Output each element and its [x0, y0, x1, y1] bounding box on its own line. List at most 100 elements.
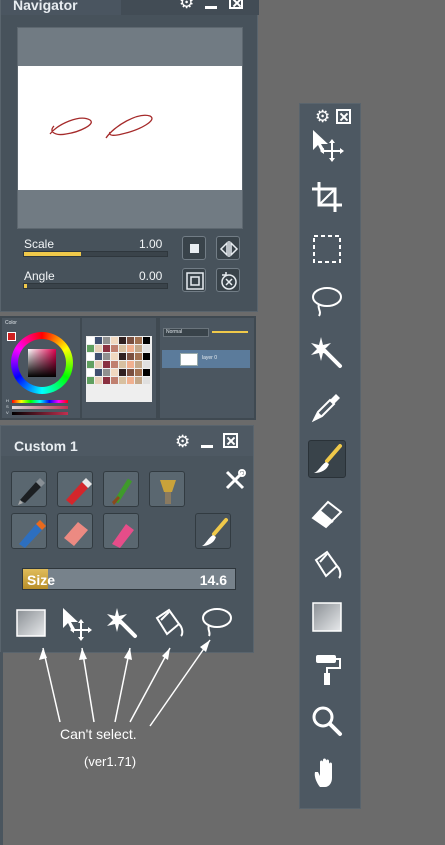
swatch-cell[interactable] [103, 377, 110, 384]
pencil-tool[interactable] [11, 513, 47, 549]
rt-crop-tool[interactable] [310, 180, 344, 214]
swatch-cell[interactable] [111, 377, 118, 384]
swatch-cell[interactable] [119, 337, 126, 344]
pen-tool[interactable] [11, 471, 47, 507]
highlighter-tool[interactable] [103, 513, 139, 549]
minimize-icon[interactable] [203, 0, 219, 11]
swatch-cell[interactable] [127, 377, 134, 384]
swatch-cell[interactable] [143, 345, 150, 352]
rt-hand-tool[interactable] [310, 756, 344, 790]
close-icon[interactable] [229, 0, 243, 9]
swatch-cell[interactable] [119, 345, 126, 352]
rt-roller-tool[interactable] [310, 652, 344, 686]
swatch-cell[interactable] [103, 369, 110, 376]
primary-color-swatch[interactable] [7, 332, 16, 341]
blend-mode-select[interactable]: Normal [163, 328, 209, 337]
move-tool[interactable] [59, 606, 95, 642]
reset-zoom-button[interactable] [182, 236, 206, 260]
flip-horizontal-button[interactable] [216, 236, 240, 260]
swatch-cell[interactable] [135, 361, 142, 368]
swatch-cell[interactable] [111, 361, 118, 368]
navigator-preview[interactable] [17, 27, 243, 229]
swatch-cell[interactable] [87, 377, 94, 384]
brush-tool-active[interactable] [195, 513, 231, 549]
swatch-cell[interactable] [95, 337, 102, 344]
swatch-cell[interactable] [111, 337, 118, 344]
color-wheel[interactable] [11, 332, 73, 394]
custom-titlebar[interactable]: Custom 1 [1, 426, 253, 456]
magic-wand-tool[interactable] [105, 606, 141, 642]
swatch-cell[interactable] [111, 353, 118, 360]
swatch-cell[interactable] [127, 337, 134, 344]
rt-eraser-tool[interactable] [310, 496, 344, 530]
swatch-cell[interactable] [127, 361, 134, 368]
rt-move-tool[interactable] [310, 128, 344, 162]
bucket-tool[interactable] [151, 606, 187, 642]
swatch-cell[interactable] [143, 361, 150, 368]
fan-brush-tool[interactable] [149, 471, 185, 507]
gradient-tool[interactable] [13, 606, 49, 642]
minimize-icon[interactable] [199, 434, 215, 450]
rt-magic-wand-tool[interactable] [310, 336, 344, 370]
rt-rect-select-tool[interactable] [310, 232, 344, 266]
rt-lasso-tool[interactable] [310, 284, 344, 318]
rt-bucket-tool[interactable] [310, 548, 344, 582]
close-icon[interactable] [223, 433, 238, 448]
swatch-cell[interactable] [135, 337, 142, 344]
swatch-cell[interactable] [111, 345, 118, 352]
swatch-cell[interactable] [119, 377, 126, 384]
swatch-cell[interactable] [119, 353, 126, 360]
swatch-cell[interactable] [103, 337, 110, 344]
angle-slider[interactable] [23, 283, 168, 289]
close-icon[interactable] [336, 109, 351, 124]
swatch-cell[interactable] [135, 377, 142, 384]
swatch-cell[interactable] [95, 353, 102, 360]
swatch-cell[interactable] [143, 377, 150, 384]
swatch-cell[interactable] [143, 337, 150, 344]
rt-eyedropper-tool[interactable] [310, 390, 344, 424]
swatch-grid[interactable] [86, 336, 152, 402]
color-slider-s[interactable] [12, 406, 68, 409]
oil-brush-tool[interactable] [103, 471, 139, 507]
rt-gradient-tool[interactable] [310, 600, 344, 634]
swatch-cell[interactable] [87, 353, 94, 360]
swatch-cell[interactable] [143, 369, 150, 376]
swatch-cell[interactable] [111, 369, 118, 376]
swatch-cell[interactable] [135, 353, 142, 360]
saturation-square[interactable] [28, 349, 56, 377]
color-slider-h[interactable] [12, 400, 68, 403]
layer-opacity-bar[interactable] [212, 331, 248, 333]
reset-rotation-button[interactable] [216, 268, 240, 292]
swatch-cell[interactable] [127, 345, 134, 352]
gear-icon[interactable] [315, 107, 331, 127]
rt-zoom-tool[interactable] [310, 704, 344, 738]
swatch-cell[interactable] [127, 369, 134, 376]
swatch-cell[interactable] [103, 361, 110, 368]
eraser-tool-pink[interactable] [57, 513, 93, 549]
swatch-cell[interactable] [95, 369, 102, 376]
navigator-titlebar[interactable]: Navigator [1, 0, 259, 15]
swatch-cell[interactable] [87, 369, 94, 376]
swatch-cell[interactable] [95, 377, 102, 384]
swatch-cell[interactable] [95, 345, 102, 352]
gear-icon[interactable] [179, 0, 195, 13]
swatch-cell[interactable] [87, 361, 94, 368]
scale-slider[interactable] [23, 251, 168, 257]
swatch-cell[interactable] [143, 353, 150, 360]
marker-tool[interactable] [57, 471, 93, 507]
swatch-cell[interactable] [135, 369, 142, 376]
swatch-cell[interactable] [119, 361, 126, 368]
swatch-cell[interactable] [95, 361, 102, 368]
layer-row[interactable]: layer 0 [162, 350, 250, 368]
swatch-cell[interactable] [87, 345, 94, 352]
rt-brush-tool-selected[interactable] [308, 440, 346, 478]
swatch-cell[interactable] [87, 337, 94, 344]
color-slider-v[interactable] [12, 412, 68, 415]
swatch-cell[interactable] [103, 353, 110, 360]
lasso-tool[interactable] [199, 606, 235, 642]
settings-wrench-icon[interactable] [223, 468, 247, 492]
size-slider[interactable]: Size 14.6 [22, 568, 236, 590]
gear-icon[interactable] [175, 432, 191, 452]
swatch-cell[interactable] [103, 345, 110, 352]
swatch-cell[interactable] [119, 369, 126, 376]
